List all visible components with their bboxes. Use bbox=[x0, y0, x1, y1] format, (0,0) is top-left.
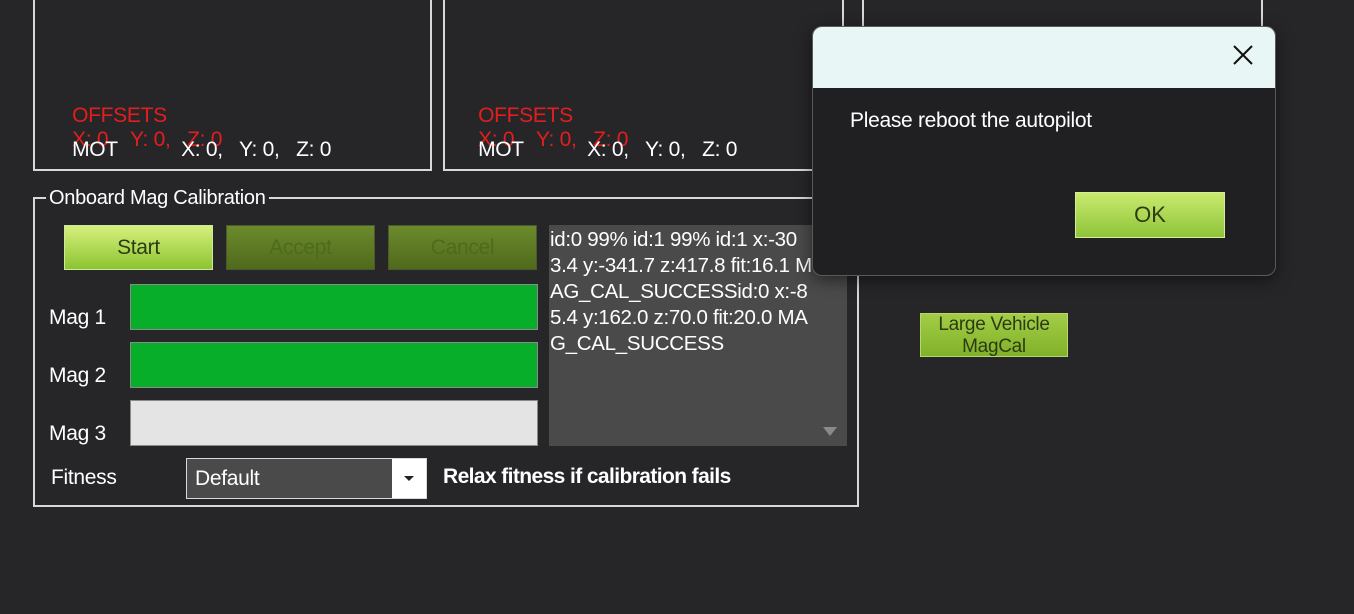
mot-label-1: MOT bbox=[72, 138, 118, 161]
mag-3-label: Mag 3 bbox=[49, 422, 106, 445]
chevron-down-icon bbox=[404, 476, 414, 481]
ok-button[interactable]: OK bbox=[1075, 192, 1225, 238]
mot-row-1: MOT X: 0, Y: 0, Z: 0 bbox=[61, 114, 331, 162]
calibration-log[interactable]: id:0 99% id:1 99% id:1 x:-303.4 y:-341.7… bbox=[549, 225, 847, 446]
mot-values-2: X: 0, Y: 0, Z: 0 bbox=[587, 138, 738, 161]
mot-values-1: X: 0, Y: 0, Z: 0 bbox=[181, 138, 332, 161]
mag-3-progress bbox=[130, 400, 538, 446]
start-button[interactable]: Start bbox=[64, 225, 213, 270]
close-icon[interactable] bbox=[1229, 41, 1257, 69]
mag-1-label: Mag 1 bbox=[49, 306, 106, 329]
mot-label-2: MOT bbox=[478, 138, 524, 161]
mag-2-label: Mag 2 bbox=[49, 364, 106, 387]
onboard-mag-calibration-title: Onboard Mag Calibration bbox=[46, 187, 269, 210]
dialog-titlebar bbox=[813, 27, 1275, 88]
mag-1-progress-fill bbox=[131, 285, 537, 329]
fitness-select[interactable]: Default bbox=[186, 458, 427, 499]
cancel-button[interactable]: Cancel bbox=[388, 225, 537, 270]
mag-2-progress-fill bbox=[131, 343, 537, 387]
fitness-label: Fitness bbox=[51, 466, 117, 489]
reboot-dialog: Please reboot the autopilot OK bbox=[812, 26, 1276, 276]
scroll-down-arrow-icon[interactable] bbox=[823, 427, 837, 436]
accept-button[interactable]: Accept bbox=[226, 225, 375, 270]
mag-1-progress bbox=[130, 284, 538, 330]
calibration-log-text: id:0 99% id:1 99% id:1 x:-303.4 y:-341.7… bbox=[550, 228, 812, 355]
large-vehicle-magcal-button[interactable]: Large Vehicle MagCal bbox=[920, 313, 1068, 357]
fitness-dropdown-button[interactable] bbox=[392, 459, 426, 498]
mag-2-progress bbox=[130, 342, 538, 388]
relax-fitness-label: Relax fitness if calibration fails bbox=[443, 465, 731, 488]
fitness-select-value: Default bbox=[195, 467, 260, 490]
mot-row-2: MOT X: 0, Y: 0, Z: 0 bbox=[467, 114, 737, 162]
dialog-message: Please reboot the autopilot bbox=[850, 109, 1092, 132]
